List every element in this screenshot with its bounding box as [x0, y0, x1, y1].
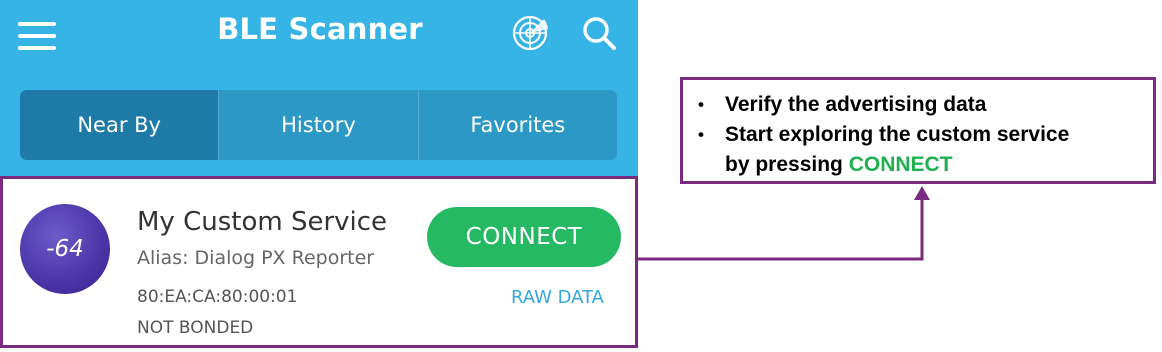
callout-connect-highlight: CONNECT [848, 153, 953, 176]
callout-bullet-explore: Start exploring the custom service by pr… [698, 120, 1153, 180]
callout-bullet-verify: Verify the advertising data [698, 90, 1153, 120]
annotation-callout: Verify the advertising data Start explor… [680, 77, 1156, 184]
